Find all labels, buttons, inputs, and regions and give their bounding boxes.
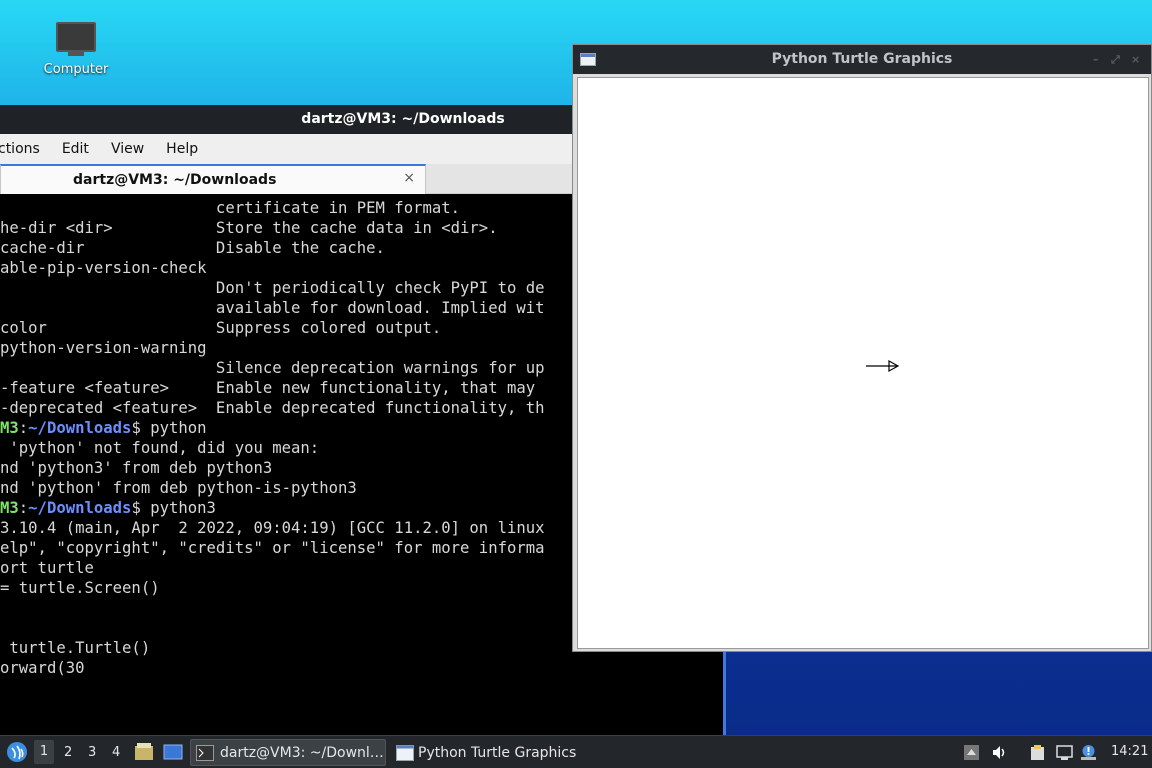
prompt-command: $ python3	[131, 499, 216, 517]
turtle-window-title: Python Turtle Graphics	[771, 51, 953, 67]
minimize-icon[interactable]: –	[1093, 45, 1099, 74]
terminal-line: orward(30	[0, 659, 85, 677]
start-menu-icon[interactable]	[6, 741, 28, 763]
prompt-host: M3	[0, 419, 19, 437]
terminal-tab[interactable]: dartz@VM3: ~/Downloads ×	[0, 164, 426, 194]
window-app-icon	[580, 53, 596, 66]
terminal-tab-label: dartz@VM3: ~/Downloads	[73, 172, 277, 188]
workspace-3[interactable]: 3	[88, 745, 96, 760]
notification-icon[interactable]	[1080, 744, 1097, 761]
menu-edit[interactable]: Edit	[62, 141, 89, 157]
window-icon	[396, 744, 414, 761]
turtle-titlebar: Python Turtle Graphics – ⤢ ×	[573, 45, 1151, 74]
taskbar: 1 2 3 4 dartz@VM3: ~/Downl… Python Turtl…	[0, 735, 1152, 768]
prompt-separator: :	[18, 419, 29, 437]
menu-help[interactable]: Help	[166, 141, 198, 157]
maximize-icon[interactable]: ⤢	[1111, 45, 1120, 74]
tab-close-icon[interactable]: ×	[403, 170, 415, 186]
workspace-4[interactable]: 4	[112, 745, 120, 760]
prompt-path: ~/Downloads	[28, 419, 132, 437]
file-manager-icon[interactable]	[134, 743, 154, 761]
turtle-cursor-icon	[866, 359, 900, 373]
prompt-host: M3	[0, 499, 19, 517]
menu-actions[interactable]: ctions	[0, 141, 40, 157]
task-terminal-label: dartz@VM3: ~/Downl…	[220, 744, 384, 761]
computer-icon	[56, 22, 96, 56]
desktop-icon-computer[interactable]: Computer	[38, 22, 114, 77]
task-turtle-label: Python Turtle Graphics	[418, 744, 577, 761]
tray-expand-icon[interactable]	[963, 744, 980, 761]
turtle-window[interactable]: Python Turtle Graphics – ⤢ ×	[572, 44, 1152, 652]
workspace-2[interactable]: 2	[64, 745, 72, 760]
workspace-1[interactable]: 1	[34, 740, 54, 764]
prompt-path: ~/Downloads	[28, 499, 132, 517]
desktop-icon-label: Computer	[43, 62, 109, 77]
clock[interactable]: 14:21	[1111, 744, 1148, 759]
prompt-separator: :	[18, 499, 29, 517]
menu-view[interactable]: View	[111, 141, 144, 157]
network-icon[interactable]	[1056, 744, 1073, 761]
clipboard-icon[interactable]	[1029, 744, 1046, 761]
task-turtle[interactable]: Python Turtle Graphics	[392, 739, 592, 766]
turtle-canvas[interactable]	[577, 77, 1149, 649]
close-icon[interactable]: ×	[1131, 45, 1140, 74]
volume-icon[interactable]	[991, 744, 1008, 761]
show-desktop-icon[interactable]	[163, 744, 183, 760]
terminal-icon	[196, 744, 214, 761]
prompt-command: $ python	[131, 419, 207, 437]
task-terminal[interactable]: dartz@VM3: ~/Downl…	[190, 739, 386, 766]
